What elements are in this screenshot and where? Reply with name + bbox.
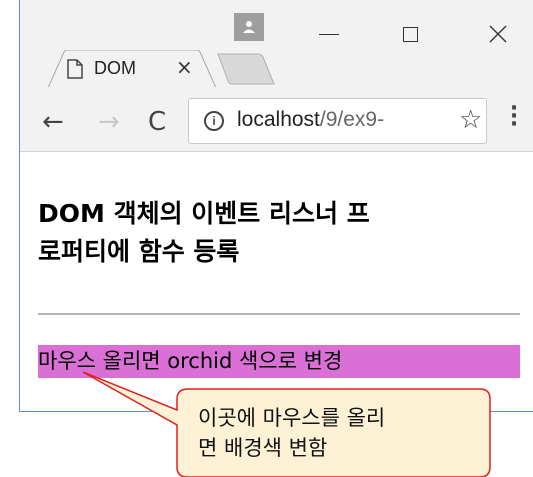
callout-text: 이곳에 마우스를 올리면 배경색 변함 [198,403,488,463]
callout-line-2: 면 배경색 변함 [198,436,328,460]
callout-line-1: 이곳에 마우스를 올리 [198,406,386,430]
